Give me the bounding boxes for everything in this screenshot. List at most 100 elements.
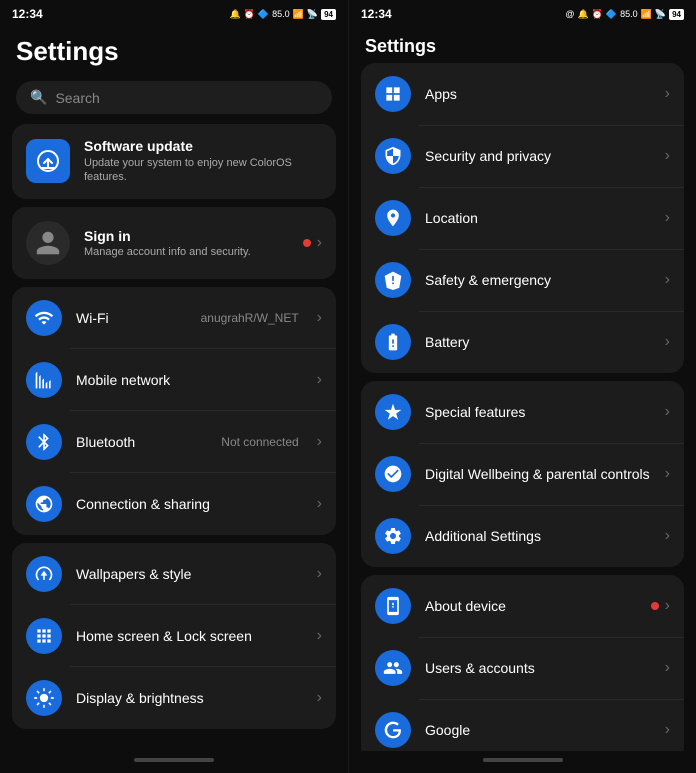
wifi-item[interactable]: Wi-Fi anugrahR/W_NET › (12, 287, 336, 349)
update-icon (26, 139, 70, 183)
battery-label: Battery (425, 334, 651, 350)
wifi-icon-wrap (26, 300, 62, 336)
about-chevron: › (665, 597, 670, 615)
battery-item[interactable]: Battery › (361, 311, 684, 373)
right-group3-list: About device › Users & accounts › (361, 575, 684, 751)
about-item[interactable]: About device › (361, 575, 684, 637)
google-icon-wrap (375, 712, 411, 748)
wifi-status-icon: 📶 (293, 9, 304, 20)
network-group-card: Wi-Fi anugrahR/W_NET › Mobile network › (12, 287, 336, 535)
additional-item[interactable]: Additional Settings › (361, 505, 684, 567)
bluetooth-label: Bluetooth (76, 434, 207, 450)
bluetooth-icon-wrap (26, 424, 62, 460)
apps-item[interactable]: Apps › (361, 63, 684, 125)
wifi-value: anugrahR/W_NET (201, 311, 299, 325)
homescreen-item[interactable]: Home screen & Lock screen › (12, 605, 336, 667)
update-text: Software update Update your system to en… (84, 138, 322, 185)
left-title: Settings (16, 36, 332, 67)
update-subtitle: Update your system to enjoy new ColorOS … (84, 156, 322, 185)
display-label: Display & brightness (76, 690, 303, 706)
sign-in-title: Sign in (84, 228, 289, 244)
connection-label: Connection & sharing (76, 496, 285, 512)
connection-icon-wrap (26, 486, 62, 522)
security-item[interactable]: Security and privacy › (361, 125, 684, 187)
right-time: 12:34 (361, 7, 392, 21)
right-group1-list: Apps › Security and privacy › Loca (361, 63, 684, 373)
security-label: Security and privacy (425, 148, 651, 164)
search-placeholder: Search (55, 90, 99, 106)
left-time: 12:34 (12, 7, 43, 21)
right-alarm-icon: ⏰ (592, 9, 603, 20)
location-label: Location (425, 210, 651, 226)
google-item[interactable]: Google › (361, 699, 684, 751)
sign-in-chevron: › (317, 234, 322, 252)
bluetooth-chevron: › (317, 433, 322, 451)
sign-in-text: Sign in Manage account info and security… (84, 228, 289, 258)
notification-dot (303, 239, 311, 247)
users-chevron: › (665, 659, 670, 677)
network-list: Wi-Fi anugrahR/W_NET › Mobile network › (12, 287, 336, 535)
bluetooth-status-icon: 🔷 (258, 9, 269, 20)
wellbeing-item[interactable]: Digital Wellbeing & parental controls › (361, 443, 684, 505)
about-label: About device (425, 598, 637, 614)
right-title: Settings (365, 36, 680, 57)
left-status-bar: 12:34 🔔 ⏰ 🔷 85.0 📶 📡 94 (0, 0, 348, 28)
data-icon: 85.0 (272, 9, 290, 19)
wellbeing-label: Digital Wellbeing & parental controls (425, 466, 651, 482)
search-bar[interactable]: 🔍 Search (16, 81, 332, 114)
location-icon-wrap (375, 200, 411, 236)
location-item[interactable]: Location › (361, 187, 684, 249)
display-chevron: › (317, 689, 322, 707)
left-bottom-indicator (134, 758, 214, 762)
battery-chevron: › (665, 333, 670, 351)
location-chevron: › (665, 209, 670, 227)
right-bottom-indicator (483, 758, 563, 762)
security-icon-wrap (375, 138, 411, 174)
battery-icon-wrap (375, 324, 411, 360)
right-bottom-bar (349, 751, 696, 773)
avatar (26, 221, 70, 265)
users-label: Users & accounts (425, 660, 651, 676)
right-group2-card: Special features › Digital Wellbeing & p… (361, 381, 684, 567)
additional-icon-wrap (375, 518, 411, 554)
mobile-icon-wrap (26, 362, 62, 398)
update-title: Software update (84, 138, 322, 154)
left-bottom-bar (0, 751, 348, 773)
special-label: Special features (425, 404, 651, 420)
mobile-chevron: › (317, 371, 322, 389)
users-item[interactable]: Users & accounts › (361, 637, 684, 699)
additional-label: Additional Settings (425, 528, 651, 544)
right-battery: 94 (669, 9, 684, 20)
personalization-card: Wallpapers & style › Home screen & Lock … (12, 543, 336, 729)
connection-item[interactable]: Connection & sharing › (12, 473, 336, 535)
wellbeing-icon-wrap (375, 456, 411, 492)
safety-item[interactable]: Safety & emergency › (361, 249, 684, 311)
about-dot (651, 602, 659, 610)
homescreen-chevron: › (317, 627, 322, 645)
wallpapers-item[interactable]: Wallpapers & style › (12, 543, 336, 605)
bluetooth-item[interactable]: Bluetooth Not connected › (12, 411, 336, 473)
right-group2-list: Special features › Digital Wellbeing & p… (361, 381, 684, 567)
display-item[interactable]: Display & brightness › (12, 667, 336, 729)
wifi-chevron: › (317, 309, 322, 327)
special-item[interactable]: Special features › (361, 381, 684, 443)
safety-chevron: › (665, 271, 670, 289)
sign-in-subtitle: Manage account info and security. (84, 246, 289, 258)
right-data-icon: 85.0 (620, 9, 638, 19)
wifi-label: Wi-Fi (76, 310, 187, 326)
alarm-icon: ⏰ (244, 9, 255, 20)
left-header: Settings (0, 28, 348, 73)
right-signal-icon: 📡 (655, 9, 666, 20)
left-panel: 12:34 🔔 ⏰ 🔷 85.0 📶 📡 94 Settings 🔍 Searc… (0, 0, 348, 773)
special-chevron: › (665, 403, 670, 421)
right-panel: 12:34 @ 🔔 ⏰ 🔷 85.0 📶 📡 94 Settings (348, 0, 696, 773)
special-icon-wrap (375, 394, 411, 430)
google-label: Google (425, 722, 651, 738)
mobile-network-item[interactable]: Mobile network › (12, 349, 336, 411)
homescreen-label: Home screen & Lock screen (76, 628, 303, 644)
software-update-card[interactable]: Software update Update your system to en… (12, 124, 336, 199)
security-chevron: › (665, 147, 670, 165)
sign-in-card[interactable]: Sign in Manage account info and security… (12, 207, 336, 279)
wallpapers-label: Wallpapers & style (76, 566, 303, 582)
right-at-icon: @ (565, 9, 574, 19)
